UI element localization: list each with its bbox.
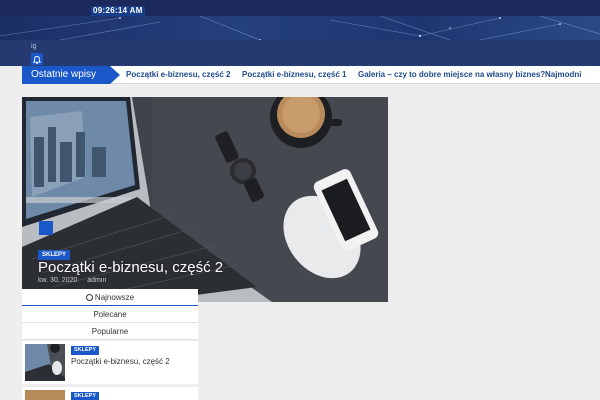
ticker-item[interactable]: Początki e-biznesu, część 2 — [126, 66, 231, 84]
list-item[interactable]: SKLEPY Początki e-biznesu, część 2 — [22, 341, 198, 384]
category-badge[interactable]: SKLEPY — [71, 346, 100, 355]
ticker-item[interactable]: Najmodni — [545, 66, 581, 84]
bell-icon — [32, 56, 42, 64]
header-banner — [0, 16, 600, 40]
post-author[interactable]: admin — [87, 277, 106, 284]
play-indicator — [39, 221, 53, 235]
posts-tabs: Najnowsze Polecane Popularne — [22, 289, 198, 340]
main-nav: ig — [0, 40, 600, 66]
list-item[interactable]: SKLEPY — [22, 387, 198, 400]
category-badge[interactable]: SKLEPY — [71, 392, 100, 400]
tab-recommended[interactable]: Polecane — [22, 306, 198, 323]
tab-popular[interactable]: Popularne — [22, 323, 198, 340]
clock-icon — [85, 294, 93, 301]
top-bar: 09:26:14 AM — [0, 0, 600, 16]
latest-posts-ticker: Ostatnie wpisy Początki e-biznesu, część… — [22, 66, 600, 84]
featured-post-meta: kw. 30, 2020 admin — [38, 277, 106, 284]
ticker-item[interactable]: Galeria – czy to dobre miejsce na własny… — [358, 66, 545, 84]
post-date: kw. 30, 2020 — [38, 277, 78, 284]
banner-network-graphic — [0, 16, 600, 40]
tab-latest-label: Najnowsze — [94, 293, 135, 302]
ticker-label: Ostatnie wpisy — [22, 66, 120, 84]
ticker-item[interactable]: Początki e-biznesu, część 1 — [242, 66, 347, 84]
featured-post[interactable]: SKLEPY Początki e-biznesu, część 2 kw. 3… — [22, 97, 388, 302]
post-title[interactable]: Początki e-biznesu, część 2 — [71, 357, 170, 366]
social-ig-text[interactable]: ig — [31, 43, 36, 50]
tab-latest[interactable]: Najnowsze — [22, 289, 198, 306]
clock-display: 09:26:14 AM — [91, 6, 145, 16]
post-thumbnail[interactable] — [25, 390, 65, 400]
notification-button[interactable] — [31, 53, 43, 65]
post-thumbnail[interactable] — [25, 344, 65, 381]
thumbnail-image — [25, 344, 65, 381]
featured-post-title[interactable]: Początki e-biznesu, część 2 — [38, 259, 223, 276]
